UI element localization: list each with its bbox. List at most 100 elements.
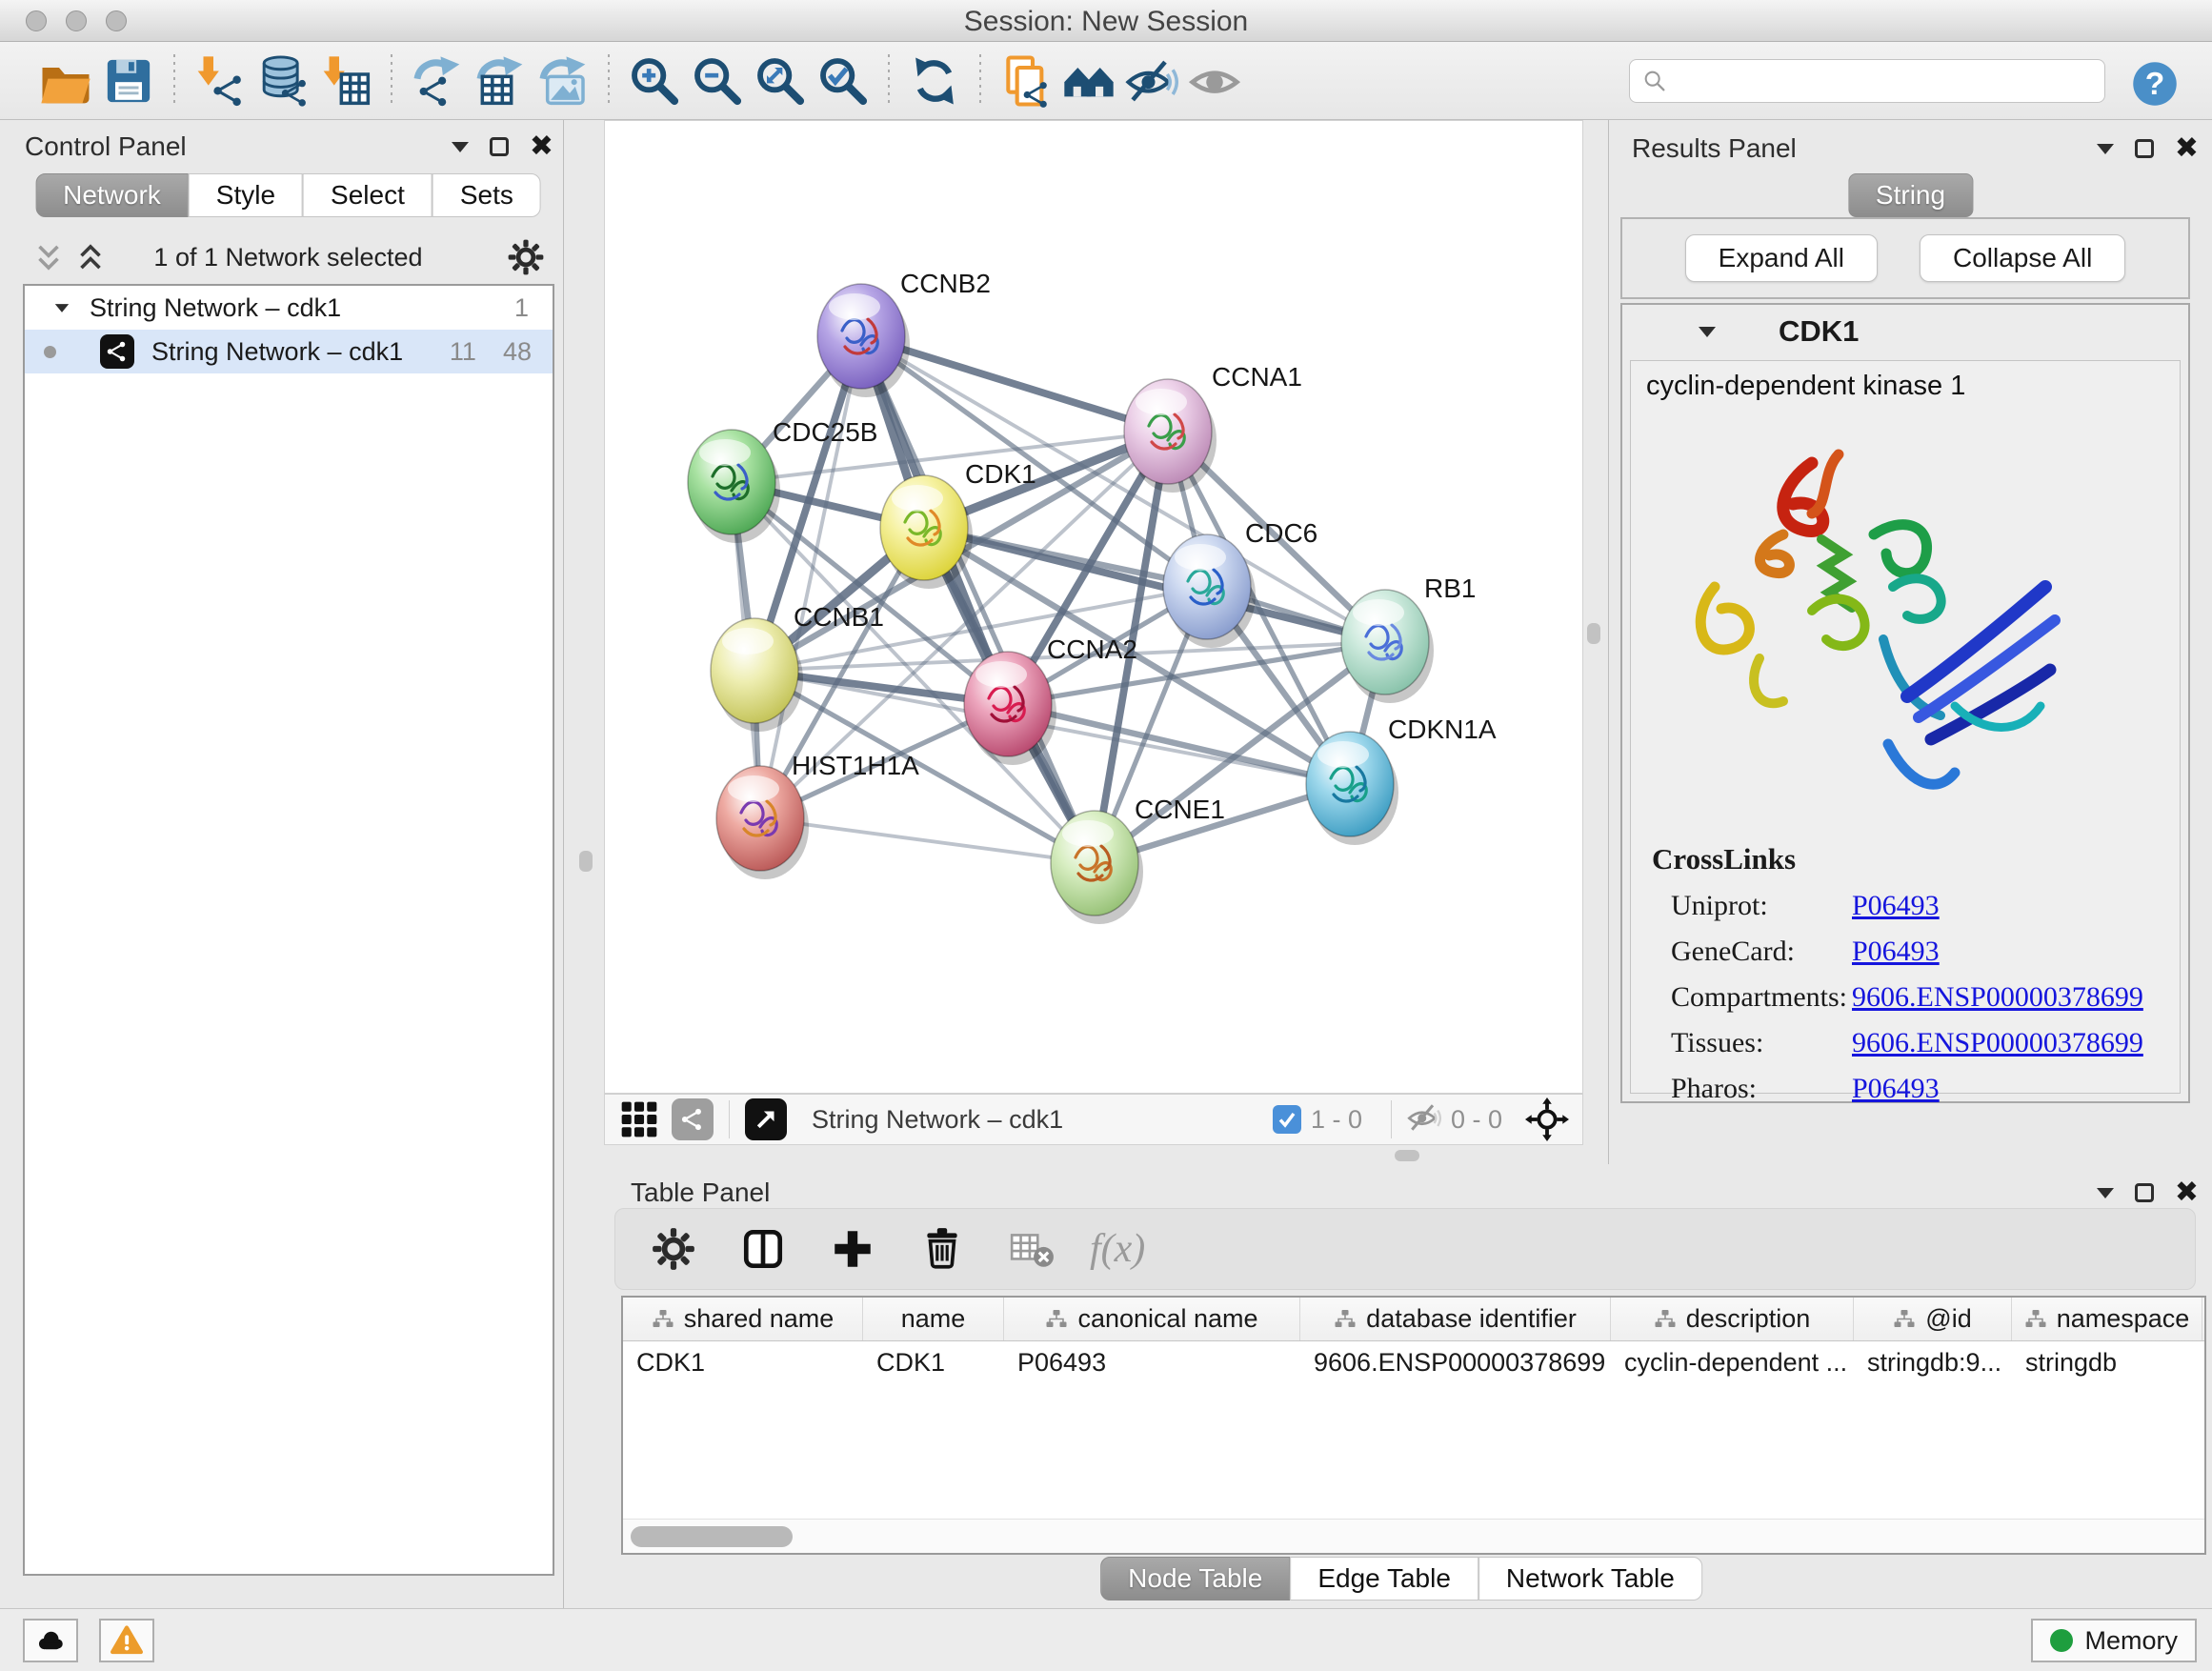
collapse-entry-icon[interactable] <box>1699 327 1716 337</box>
table-cell[interactable]: CDK1 <box>623 1341 863 1383</box>
memory-button[interactable]: Memory <box>2031 1619 2197 1662</box>
table-cell[interactable]: cyclin-dependent ... <box>1611 1341 1854 1383</box>
grid-view-icon[interactable] <box>618 1098 660 1140</box>
open-session-button[interactable] <box>34 50 97 112</box>
function-builder-button[interactable]: f(x) <box>1090 1226 1145 1272</box>
crosslink-value-link[interactable]: 9606.ENSP00000378699 <box>1852 981 2143 1014</box>
create-column-button[interactable] <box>821 1218 884 1280</box>
crosshair-icon[interactable] <box>1525 1097 1569 1141</box>
network-edge[interactable] <box>861 336 1095 863</box>
refresh-view-button[interactable] <box>903 50 966 112</box>
bottom-splitter-handle[interactable] <box>1395 1150 1419 1161</box>
column-header[interactable]: @id <box>1854 1298 2012 1340</box>
tab-style[interactable]: Style <box>189 173 303 217</box>
clone-network-button[interactable] <box>995 50 1057 112</box>
column-header[interactable]: description <box>1611 1298 1854 1340</box>
save-session-button[interactable] <box>97 50 160 112</box>
show-columns-button[interactable] <box>732 1218 794 1280</box>
network-node[interactable] <box>964 652 1056 765</box>
tab-edge-table[interactable]: Edge Table <box>1290 1557 1478 1601</box>
table-cell[interactable]: P06493 <box>1004 1341 1300 1383</box>
detach-view-button[interactable] <box>745 1098 787 1140</box>
search-input[interactable] <box>1676 67 2085 96</box>
delete-table-button[interactable] <box>1000 1218 1063 1280</box>
network-collection-row[interactable]: String Network – cdk1 1 <box>25 286 553 330</box>
zoom-in-button[interactable] <box>623 50 686 112</box>
network-node[interactable] <box>1163 534 1256 648</box>
right-splitter-handle[interactable] <box>1587 623 1600 644</box>
tab-network-table[interactable]: Network Table <box>1478 1557 1702 1601</box>
network-edge[interactable] <box>760 818 1095 863</box>
column-header[interactable]: name <box>863 1298 1004 1340</box>
toolbar-separator <box>173 54 175 108</box>
column-header[interactable]: shared name <box>623 1298 863 1340</box>
close-panel-icon[interactable]: ✖ <box>530 132 553 161</box>
warnings-button[interactable] <box>99 1619 154 1662</box>
first-neighbors-button[interactable] <box>1057 50 1120 112</box>
close-panel-icon[interactable]: ✖ <box>2175 1178 2199 1207</box>
network-node[interactable] <box>1051 811 1143 924</box>
table-cell[interactable]: stringdb:9... <box>1854 1341 2012 1383</box>
zoom-fit-button[interactable] <box>749 50 812 112</box>
delete-column-button[interactable] <box>911 1218 974 1280</box>
tab-string[interactable]: String <box>1848 173 1973 217</box>
float-panel-icon[interactable] <box>2135 1183 2154 1202</box>
panel-menu-icon[interactable] <box>2097 144 2114 154</box>
crosslink-value-link[interactable]: P06493 <box>1852 890 1940 922</box>
panel-menu-icon[interactable] <box>2097 1188 2114 1198</box>
network-row[interactable]: String Network – cdk1 11 48 <box>25 330 553 373</box>
help-button[interactable] <box>2130 59 2180 109</box>
network-node[interactable] <box>880 475 973 589</box>
network-node[interactable] <box>1341 590 1434 703</box>
zoom-selected-button[interactable] <box>812 50 875 112</box>
main-toolbar <box>0 42 2212 120</box>
table-cell[interactable]: 9606.ENSP00000378699 <box>1300 1341 1611 1383</box>
network-node[interactable] <box>1306 732 1398 845</box>
crosslink-value-link[interactable]: 9606.ENSP00000378699 <box>1852 1027 2143 1059</box>
node-table: shared namenamecanonical namedatabase id… <box>621 1296 2206 1555</box>
column-header[interactable]: database identifier <box>1300 1298 1611 1340</box>
column-header[interactable]: canonical name <box>1004 1298 1300 1340</box>
tab-sets[interactable]: Sets <box>432 173 541 217</box>
tab-node-table[interactable]: Node Table <box>1100 1557 1290 1601</box>
show-all-button[interactable] <box>1183 50 1246 112</box>
network-node[interactable] <box>711 618 803 732</box>
table-row[interactable]: CDK1CDK1P064939606.ENSP00000378699cyclin… <box>623 1341 2204 1383</box>
hide-selected-button[interactable] <box>1120 50 1183 112</box>
crosslink-value-link[interactable]: P06493 <box>1852 936 1940 968</box>
collapse-all-button[interactable]: Collapse All <box>1920 234 2125 282</box>
zoom-out-button[interactable] <box>686 50 749 112</box>
scrollbar-thumb[interactable] <box>631 1526 793 1547</box>
float-panel-icon[interactable] <box>2135 139 2154 158</box>
table-cell[interactable]: stringdb <box>2012 1341 2202 1383</box>
network-share-button[interactable] <box>672 1098 714 1140</box>
table-cell[interactable]: CDK1 <box>863 1341 1004 1383</box>
column-header[interactable]: namespace <box>2012 1298 2202 1340</box>
network-edge[interactable] <box>760 336 861 818</box>
cloud-status-button[interactable] <box>23 1619 78 1662</box>
left-splitter-handle[interactable] <box>579 851 593 872</box>
hidden-items-icon[interactable] <box>1407 1100 1441 1139</box>
float-panel-icon[interactable] <box>490 137 509 156</box>
zoom-out-icon <box>691 54 744 108</box>
network-node[interactable] <box>817 284 910 397</box>
crosslink-value-link[interactable]: P06493 <box>1852 1073 1940 1105</box>
expand-all-button[interactable]: Expand All <box>1685 234 1878 282</box>
close-panel-icon[interactable]: ✖ <box>2175 134 2199 163</box>
horizontal-scrollbar[interactable] <box>623 1519 2204 1553</box>
import-network-database-button[interactable] <box>251 50 314 112</box>
table-options-button[interactable] <box>642 1218 705 1280</box>
import-network-file-button[interactable] <box>189 50 251 112</box>
network-options-gear-icon[interactable] <box>506 237 546 277</box>
export-image-button[interactable] <box>532 50 594 112</box>
network-view-canvas[interactable]: CCNB2CCNA1CDC25BCDK1CDC6RB1CCNB1CCNA2CDK… <box>604 120 1583 1094</box>
tab-select[interactable]: Select <box>303 173 432 217</box>
export-table-button[interactable] <box>469 50 532 112</box>
panel-menu-icon[interactable] <box>452 142 469 152</box>
collection-expand-icon[interactable] <box>55 304 69 312</box>
import-table-file-button[interactable] <box>314 50 377 112</box>
selected-items-checkbox[interactable] <box>1273 1105 1301 1134</box>
tab-network[interactable]: Network <box>35 173 189 217</box>
export-network-button[interactable] <box>406 50 469 112</box>
search-box[interactable] <box>1629 59 2105 103</box>
